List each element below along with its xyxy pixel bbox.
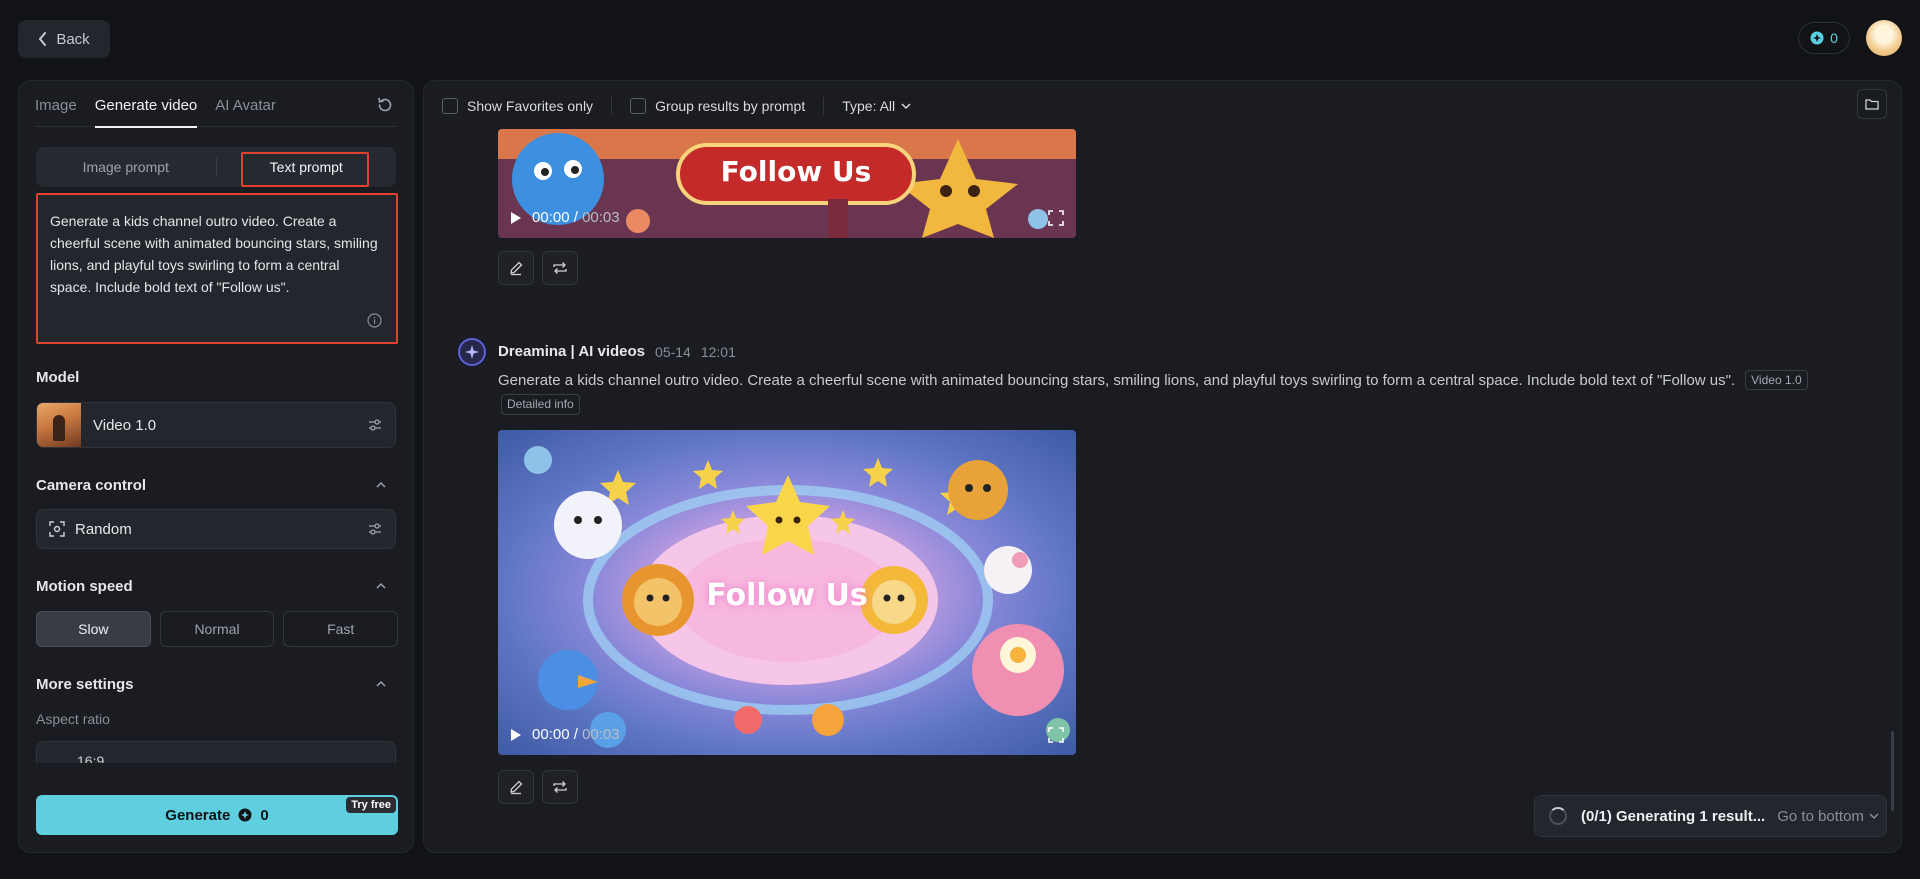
generate-cost: 0 [260,806,269,824]
chevron-down-icon[interactable] [901,102,911,110]
duration: 00:03 [582,209,620,226]
info-icon[interactable] [367,313,382,328]
generate-button[interactable]: Generate 0 Try free [36,795,398,835]
message-header: Dreamina | AI videos 05-14 12:01 [498,343,736,360]
credit-coin-icon [238,808,252,822]
pencil-icon [510,780,523,795]
speed-fast-button[interactable]: Fast [283,611,399,647]
fullscreen-icon[interactable] [1048,210,1064,226]
generation-sidebar: Image Generate video AI Avatar Image pro… [18,80,414,853]
speed-normal-button[interactable]: Normal [159,611,275,647]
back-label: Back [56,30,90,48]
video-player[interactable]: Follow Us 00:00 / 00:03 [498,430,1076,755]
motion-speed-label: Motion speed [36,578,133,595]
group-label[interactable]: Group results by prompt [655,98,805,114]
camera-focus-icon [49,521,65,537]
message-date: 05-14 [655,343,691,360]
chevron-up-icon[interactable] [375,479,387,491]
detailed-info-button[interactable]: Detailed info [501,394,580,415]
generating-status: (0/1) Generating 1 result... [1581,807,1766,825]
folder-icon [1865,99,1879,110]
filter-divider [823,97,825,115]
video-player[interactable]: Follow Us 00:00 / 00:03 [498,129,1076,238]
text-prompt-option[interactable]: Text prompt [217,159,397,175]
aspect-ratio-value: 16:9 [77,753,105,763]
model-tag: Video 1.0 [1745,370,1808,390]
results-panel: Show Favorites only Group results by pro… [423,80,1902,853]
mode-tabs: Image Generate video AI Avatar [35,97,397,128]
prompt-mode-switch: Image prompt Text prompt [36,147,396,187]
generation-status-bar: (0/1) Generating 1 result... Go to botto… [1534,795,1887,837]
video-controls: 00:00 / 00:03 [510,209,620,226]
tab-image[interactable]: Image [35,97,77,127]
repeat-icon [553,262,567,274]
scrollbar[interactable] [1891,731,1894,811]
author-name: Dreamina | AI videos [498,343,646,360]
edit-button[interactable] [498,251,534,285]
credits-count: 0 [1830,30,1838,46]
settings-sliders-icon[interactable] [367,521,383,537]
chevron-down-icon [1869,813,1879,820]
video-controls: 00:00 / 00:03 [510,726,620,743]
video-overlay-text: Follow Us [706,578,868,613]
message-prompt: Generate a kids channel outro video. Cre… [498,370,1898,392]
prompt-textarea[interactable]: Generate a kids channel outro video. Cre… [36,193,398,344]
generate-label: Generate [165,806,231,824]
filter-bar: Show Favorites only Group results by pro… [442,95,911,117]
chevron-left-icon [39,32,47,46]
settings-sliders-icon[interactable] [367,417,383,433]
model-selector[interactable]: Video 1.0 [36,402,396,448]
filter-divider [611,97,613,115]
fullscreen-icon[interactable] [1048,727,1064,743]
motion-speed-options: Slow Normal Fast [36,611,399,647]
avatar[interactable] [1866,20,1902,56]
regenerate-button[interactable] [542,251,578,285]
reset-icon[interactable] [375,95,395,115]
current-time: 00:00 [532,209,570,226]
play-icon[interactable] [510,728,522,742]
group-checkbox[interactable] [630,98,647,114]
chevron-up-icon[interactable] [375,678,387,690]
aspect-ratio-selector[interactable]: 16:9 [36,741,396,763]
model-name: Video 1.0 [93,416,157,434]
tab-generate-video[interactable]: Generate video [94,97,197,128]
camera-control-selector[interactable]: Random [36,509,396,549]
back-button[interactable]: Back [18,20,110,58]
folder-button[interactable] [1857,89,1887,119]
dreamina-avatar-icon [458,338,486,366]
try-free-badge: Try free [346,797,396,813]
pencil-icon [510,261,523,276]
credits-badge[interactable]: 0 [1798,22,1850,54]
current-time: 00:00 [532,726,570,743]
model-label: Model [36,369,80,386]
edit-button[interactable] [498,770,534,804]
go-to-bottom-label: Go to bottom [1777,807,1864,825]
favorites-checkbox[interactable] [442,98,458,114]
more-settings-label: More settings [36,676,134,693]
camera-value: Random [75,520,132,538]
go-to-bottom-button[interactable]: Go to bottom [1777,808,1879,825]
speed-slow-button[interactable]: Slow [36,611,151,647]
credit-coin-icon [1810,31,1824,45]
chevron-up-icon[interactable] [375,580,387,592]
repeat-icon [553,781,567,793]
camera-control-label: Camera control [36,477,147,494]
tab-ai-avatar[interactable]: AI Avatar [215,97,276,127]
type-filter-dropdown[interactable]: Type: All [842,98,895,114]
video-overlay-text: Follow Us [720,155,872,188]
duration: 00:03 [582,726,620,743]
regenerate-button[interactable] [542,770,578,804]
model-thumbnail [37,403,81,447]
prompt-text: Generate a kids channel outro video. Cre… [50,213,378,295]
image-prompt-option[interactable]: Image prompt [36,159,216,175]
aspect-ratio-label: Aspect ratio [36,711,110,727]
message-time: 12:01 [700,343,736,360]
loading-spinner-icon [1549,807,1567,825]
play-icon[interactable] [510,211,522,225]
favorites-label[interactable]: Show Favorites only [467,98,593,114]
message-prompt-text: Generate a kids channel outro video. Cre… [498,372,1736,389]
